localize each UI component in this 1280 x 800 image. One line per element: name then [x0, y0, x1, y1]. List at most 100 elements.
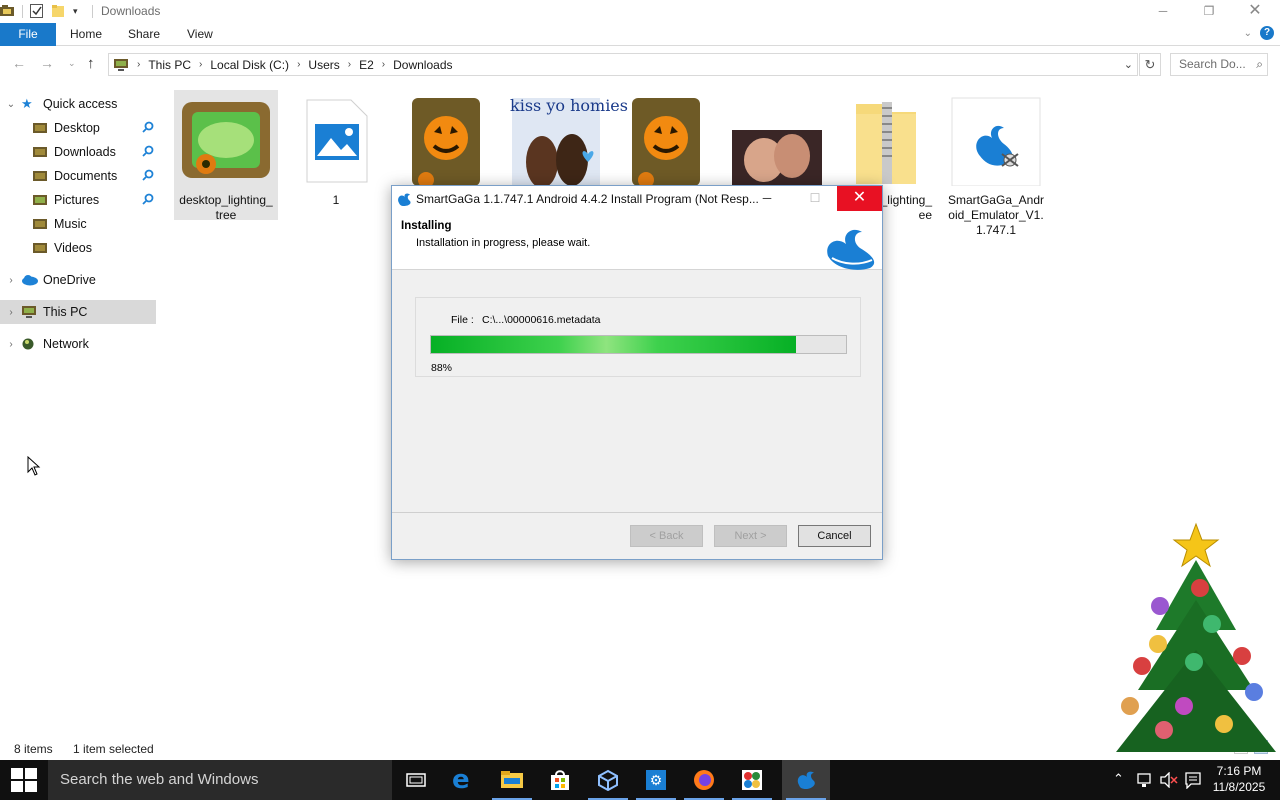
nav-label: Videos [54, 241, 92, 255]
help-icon[interactable]: ? [1260, 26, 1274, 40]
smartgaga-logo-icon [827, 229, 875, 270]
breadcrumb-e2[interactable]: E2 [359, 58, 374, 72]
search-input[interactable]: Search Do... ⌕ [1170, 53, 1268, 76]
nav-videos[interactable]: Videos [0, 236, 156, 260]
file-item-photo[interactable] [724, 90, 828, 186]
nav-onedrive[interactable]: › OneDrive [0, 268, 156, 292]
volume-muted-icon[interactable] [1159, 772, 1179, 788]
chevron-down-icon[interactable]: ⌄ [5, 99, 17, 110]
ribbon: File Home Share View ⌄ ? [0, 23, 1280, 46]
chevron-right-icon[interactable]: › [5, 339, 17, 350]
firefox-icon[interactable] [680, 760, 728, 800]
store-icon[interactable] [536, 760, 584, 800]
file-name: desktop_lighting_ tree [179, 193, 273, 222]
selection-count: 1 item selected [73, 742, 154, 756]
nav-desktop[interactable]: Desktop [0, 116, 156, 140]
nav-network[interactable]: › Network [0, 332, 156, 356]
file-name: SmartGaGa_Andr oid_Emulator_V1. 1.747.1 [947, 193, 1045, 237]
tab-file[interactable]: File [0, 23, 56, 46]
customize-quick-access-icon[interactable]: ▾ [73, 6, 78, 17]
nav-music[interactable]: Music [0, 212, 156, 236]
nav-this-pc[interactable]: › This PC [0, 300, 156, 324]
show-hidden-icons-icon[interactable]: ⌃ [1113, 771, 1124, 787]
expand-ribbon-icon[interactable]: ⌄ [1244, 28, 1252, 39]
file-explorer-icon[interactable] [488, 760, 536, 800]
pin-icon [142, 121, 154, 133]
chevron-right-icon[interactable]: › [5, 307, 17, 318]
pin-icon [142, 169, 154, 181]
breadcrumb-users[interactable]: Users [308, 58, 339, 72]
nav-label: Desktop [54, 121, 100, 135]
dialog-maximize-button[interactable]: ☐ [800, 188, 830, 210]
virtualbox-icon[interactable] [584, 760, 632, 800]
tab-view[interactable]: View [187, 23, 213, 46]
nav-pictures[interactable]: Pictures [0, 188, 156, 212]
dialog-minimize-button[interactable]: ─ [752, 188, 782, 210]
breadcrumb-downloads[interactable]: Downloads [393, 58, 452, 72]
folder-app-icon[interactable] [0, 3, 16, 19]
this-pc-icon [113, 58, 129, 72]
next-button[interactable]: Next > [714, 525, 787, 547]
nav-label: Documents [54, 169, 118, 183]
network-icon [21, 337, 37, 351]
up-arrow-icon[interactable]: ↑ [87, 55, 95, 72]
nav-label: This PC [43, 305, 88, 319]
system-clock[interactable]: 7:16 PM 11/8/2025 [1208, 763, 1270, 795]
breadcrumb-separator-icon: › [137, 59, 141, 70]
breadcrumb-separator-icon: › [347, 59, 352, 70]
taskbar-search-input[interactable]: Search the web and Windows [48, 760, 392, 800]
nav-downloads[interactable]: Downloads [0, 140, 156, 164]
back-arrow-icon[interactable]: ← [12, 55, 26, 71]
edge-browser-icon[interactable]: e [440, 760, 488, 800]
back-button[interactable]: < Back [630, 525, 703, 547]
photo-thumbnail [732, 130, 822, 186]
file-item-pumpkin-image-2[interactable] [614, 90, 718, 188]
videos-folder-icon [32, 241, 48, 255]
nav-quick-access[interactable]: ⌄ ★ Quick access [0, 92, 156, 116]
forward-arrow-icon[interactable]: → [40, 55, 54, 71]
file-item-kiss-image[interactable]: kiss yo homies [504, 90, 628, 188]
tab-share[interactable]: Share [128, 23, 160, 46]
breadcrumb-local-disk[interactable]: Local Disk (C:) [210, 58, 289, 72]
smartgaga-taskbar-icon[interactable] [782, 760, 830, 800]
dialog-close-button[interactable]: ✕ [837, 186, 882, 211]
pumpkin-thumbnail [632, 98, 700, 188]
dialog-title-bar[interactable]: SmartGaGa 1.1.747.1 Android 4.4.2 Instal… [392, 186, 882, 212]
this-pc-icon [21, 305, 37, 319]
pumpkin-frame-thumbnail [182, 102, 270, 178]
zip-folder-icon [856, 102, 916, 184]
taskbar: Search the web and Windows e ⚙ ⌃ 7:16 PM… [0, 760, 1280, 800]
recent-locations-icon[interactable]: ⌄ [68, 58, 76, 69]
breadcrumb-separator-icon: › [297, 59, 301, 70]
file-item-desktop-lighting-tree[interactable]: desktop_lighting_ tree [174, 90, 278, 222]
file-item-smartgaga-installer[interactable]: SmartGaGa_Andr oid_Emulator_V1. 1.747.1 [944, 90, 1048, 238]
address-dropdown-icon[interactable]: ⌄ [1124, 58, 1133, 71]
settings-gear-icon[interactable]: ⚙ [632, 760, 680, 800]
cancel-button[interactable]: Cancel [798, 525, 871, 547]
properties-icon[interactable] [29, 3, 45, 19]
mouse-cursor-icon [27, 456, 41, 476]
kiss-caption: kiss yo homies [510, 96, 628, 115]
refresh-icon[interactable]: ↻ [1139, 53, 1161, 76]
network-status-icon[interactable] [1136, 772, 1154, 788]
action-center-icon[interactable] [1184, 771, 1202, 789]
address-bar[interactable]: › This PC › Local Disk (C:) › Users › E2… [108, 53, 1138, 76]
start-button[interactable] [0, 760, 48, 800]
tab-home[interactable]: Home [70, 23, 102, 46]
task-view-icon[interactable] [392, 760, 440, 800]
windows-logo-icon [11, 768, 37, 792]
nav-documents[interactable]: Documents [0, 164, 156, 188]
desktop-folder-icon [32, 121, 48, 135]
chevron-right-icon[interactable]: › [5, 275, 17, 286]
breadcrumb-this-pc[interactable]: This PC [148, 58, 191, 72]
new-folder-icon[interactable] [51, 3, 67, 19]
file-item-pumpkin-image-1[interactable] [394, 90, 498, 188]
paint-app-icon[interactable] [728, 760, 776, 800]
star-icon: ★ [21, 96, 33, 111]
minimize-button[interactable]: ─ [1140, 0, 1186, 23]
maximize-button[interactable]: ❐ [1186, 0, 1232, 23]
file-item-1[interactable]: 1 [284, 90, 388, 220]
close-button[interactable]: ✕ [1232, 0, 1278, 23]
dialog-divider [392, 512, 882, 513]
nav-label: OneDrive [43, 273, 96, 287]
